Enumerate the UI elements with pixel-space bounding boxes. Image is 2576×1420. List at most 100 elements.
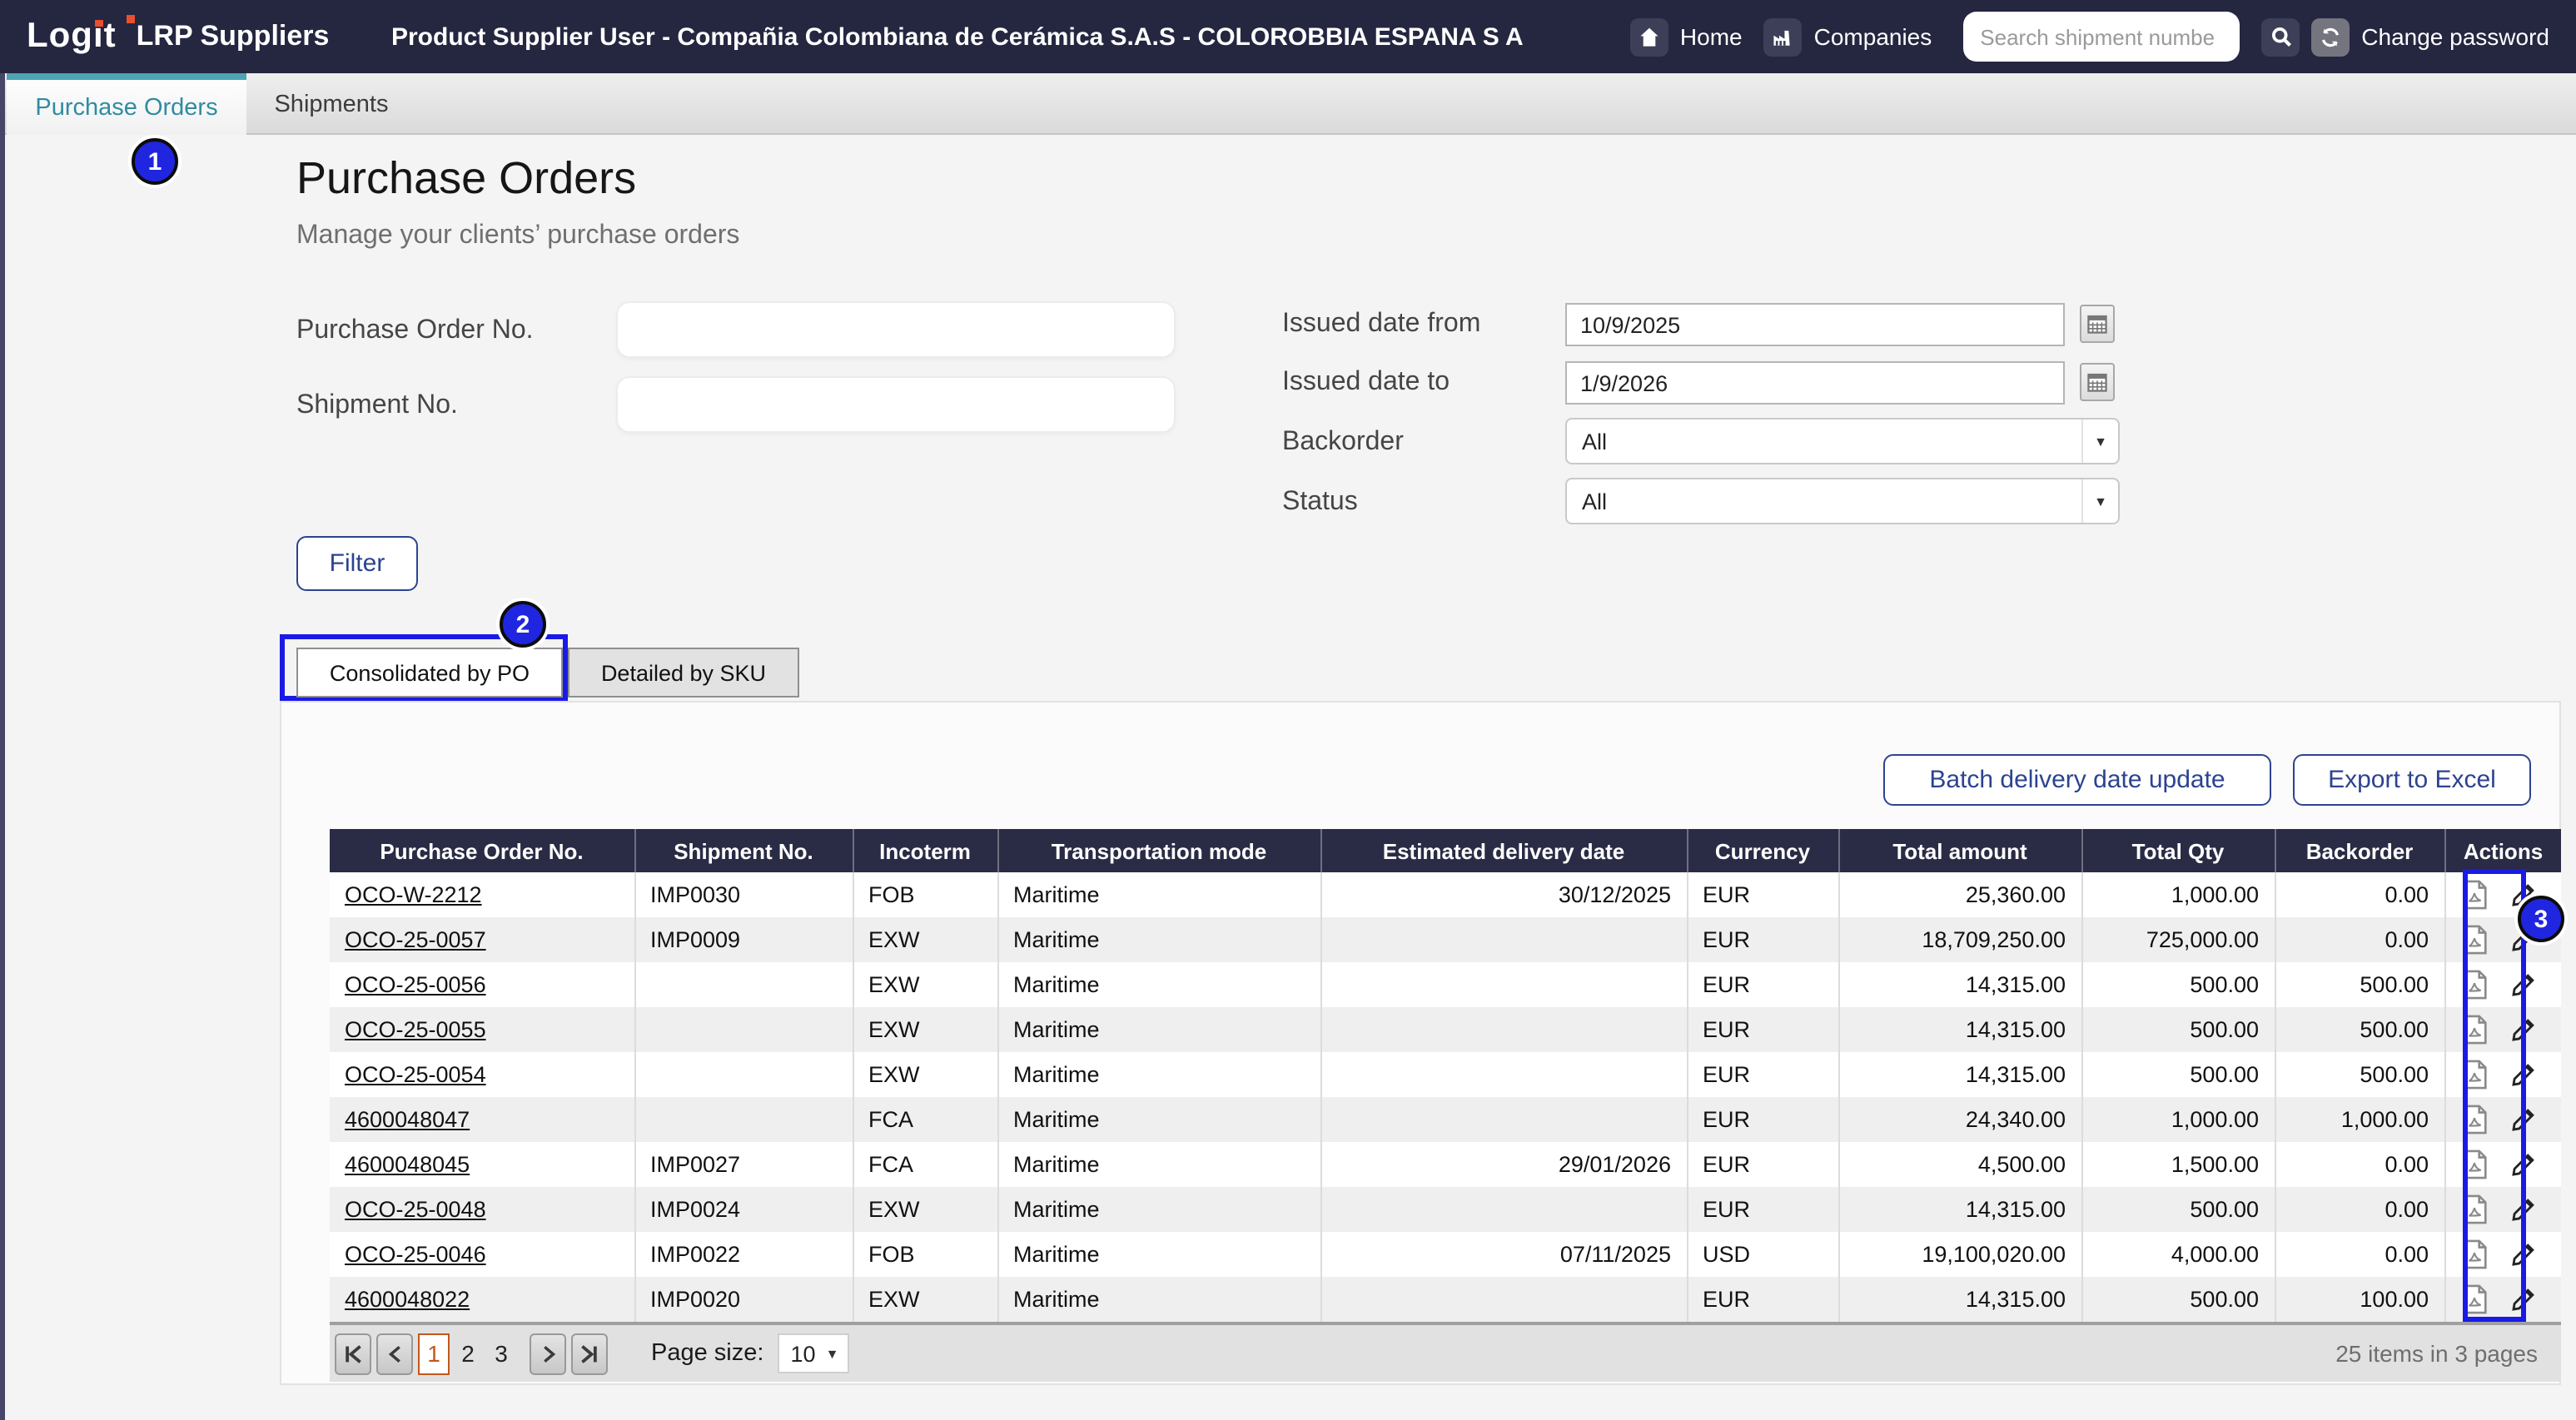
pdf-icon[interactable] bbox=[2460, 1239, 2489, 1270]
pdf-icon[interactable] bbox=[2460, 969, 2489, 1000]
first-page-button[interactable] bbox=[335, 1333, 371, 1374]
po-link[interactable]: OCO-25-0046 bbox=[345, 1242, 486, 1267]
status-select[interactable]: All ▼ bbox=[1565, 478, 2120, 524]
pdf-icon[interactable] bbox=[2460, 1194, 2489, 1225]
cell-shipment: IMP0020 bbox=[634, 1277, 853, 1322]
batch-delivery-date-update-button[interactable]: Batch delivery date update bbox=[1883, 754, 2271, 806]
column-header-actions: Actions bbox=[2444, 829, 2561, 872]
column-header-backorder: Backorder bbox=[2275, 829, 2444, 872]
cell-mode: Maritime bbox=[997, 1007, 1320, 1052]
edit-pencil-icon[interactable] bbox=[2510, 972, 2535, 997]
prev-page-icon bbox=[385, 1343, 404, 1364]
cell-amount: 14,315.00 bbox=[1838, 1007, 2081, 1052]
tab-shipments[interactable]: Shipments bbox=[246, 73, 416, 135]
edit-pencil-icon[interactable] bbox=[2510, 1107, 2535, 1132]
refresh-icon bbox=[2320, 26, 2341, 47]
page-title: Purchase Orders bbox=[296, 153, 636, 205]
cell-currency: EUR bbox=[1687, 962, 1838, 1007]
cell-po: OCO-W-2212 bbox=[330, 872, 634, 917]
logit-logo: Logit bbox=[27, 17, 117, 57]
column-header-amount: Total amount bbox=[1838, 829, 2081, 872]
po-link[interactable]: 4600048045 bbox=[345, 1152, 470, 1177]
po-number-input[interactable] bbox=[616, 301, 1176, 358]
table-row: OCO-W-2212IMP0030FOBMaritime30/12/2025EU… bbox=[330, 872, 2561, 917]
cell-amount: 4,500.00 bbox=[1838, 1142, 2081, 1187]
row-actions bbox=[2460, 1149, 2546, 1180]
pdf-icon[interactable] bbox=[2460, 1104, 2489, 1135]
change-password-button[interactable] bbox=[2311, 17, 2350, 56]
cell-po: OCO-25-0056 bbox=[330, 962, 634, 1007]
chevron-down-icon[interactable]: ▼ bbox=[826, 1346, 848, 1361]
cell-amount: 25,360.00 bbox=[1838, 872, 2081, 917]
cell-shipment: IMP0027 bbox=[634, 1142, 853, 1187]
column-header-qty: Total Qty bbox=[2081, 829, 2275, 872]
cell-shipment bbox=[634, 1007, 853, 1052]
issued-to-input[interactable] bbox=[1565, 361, 2065, 405]
table-header-row: Purchase Order No.Shipment No.IncotermTr… bbox=[330, 829, 2561, 872]
home-button[interactable] bbox=[1630, 17, 1668, 56]
po-link[interactable]: 4600048047 bbox=[345, 1107, 470, 1132]
chevron-down-icon[interactable]: ▼ bbox=[2081, 420, 2118, 463]
cell-actions bbox=[2444, 1232, 2561, 1277]
tab-consolidated-by-po[interactable]: Consolidated by PO bbox=[296, 648, 563, 698]
pdf-icon[interactable] bbox=[2460, 1014, 2489, 1045]
cell-shipment: IMP0009 bbox=[634, 917, 853, 962]
pdf-icon[interactable] bbox=[2460, 1149, 2489, 1180]
page-link-2[interactable]: 2 bbox=[453, 1340, 483, 1367]
edit-pencil-icon[interactable] bbox=[2510, 1197, 2535, 1222]
po-link[interactable]: OCO-25-0057 bbox=[345, 927, 486, 952]
chevron-down-icon[interactable]: ▼ bbox=[2081, 479, 2118, 523]
cell-shipment bbox=[634, 1052, 853, 1097]
table-row: OCO-25-0055EXWMaritimeEUR14,315.00500.00… bbox=[330, 1007, 2561, 1052]
edit-pencil-icon[interactable] bbox=[2510, 1062, 2535, 1087]
po-link[interactable]: OCO-25-0048 bbox=[345, 1197, 486, 1222]
logo-dot-icon bbox=[127, 15, 134, 22]
next-page-button[interactable] bbox=[530, 1333, 566, 1374]
edit-pencil-icon[interactable] bbox=[2510, 1017, 2535, 1042]
cell-actions bbox=[2444, 1007, 2561, 1052]
app-window: Logit LRP Suppliers Product Supplier Use… bbox=[0, 0, 2576, 1420]
edit-pencil-icon[interactable] bbox=[2510, 1287, 2535, 1312]
edit-pencil-icon[interactable] bbox=[2510, 1242, 2535, 1267]
companies-button[interactable] bbox=[1764, 17, 1803, 56]
cell-incoterm: FOB bbox=[853, 1232, 997, 1277]
cell-backorder: 0.00 bbox=[2275, 872, 2444, 917]
shipment-number-input[interactable] bbox=[616, 376, 1176, 433]
page-size-select[interactable]: 10 ▼ bbox=[777, 1333, 848, 1373]
search-input[interactable] bbox=[1963, 12, 2240, 62]
cell-backorder: 100.00 bbox=[2275, 1277, 2444, 1322]
pdf-icon[interactable] bbox=[2460, 1283, 2489, 1315]
pdf-icon[interactable] bbox=[2460, 1059, 2489, 1090]
po-link[interactable]: OCO-25-0054 bbox=[345, 1062, 486, 1087]
issued-from-calendar-button[interactable] bbox=[2080, 305, 2115, 343]
last-page-button[interactable] bbox=[571, 1333, 608, 1374]
pdf-icon[interactable] bbox=[2460, 879, 2489, 911]
cell-po: 4600048047 bbox=[330, 1097, 634, 1142]
filter-button[interactable]: Filter bbox=[296, 536, 418, 591]
cell-po: OCO-25-0057 bbox=[330, 917, 634, 962]
export-to-excel-button[interactable]: Export to Excel bbox=[2293, 754, 2531, 806]
cell-incoterm: FOB bbox=[853, 872, 997, 917]
home-link[interactable]: Home bbox=[1680, 23, 1743, 50]
search-button[interactable] bbox=[2261, 17, 2300, 56]
column-header-currency: Currency bbox=[1687, 829, 1838, 872]
po-link[interactable]: 4600048022 bbox=[345, 1287, 470, 1312]
cell-actions bbox=[2444, 1097, 2561, 1142]
tab-detailed-by-sku[interactable]: Detailed by SKU bbox=[568, 648, 799, 698]
issued-to-calendar-button[interactable] bbox=[2080, 363, 2115, 401]
issued-from-input[interactable] bbox=[1565, 303, 2065, 346]
po-link[interactable]: OCO-25-0055 bbox=[345, 1017, 486, 1042]
cell-eta bbox=[1320, 1277, 1687, 1322]
companies-link[interactable]: Companies bbox=[1814, 23, 1932, 50]
edit-pencil-icon[interactable] bbox=[2510, 1152, 2535, 1177]
row-actions bbox=[2460, 1104, 2546, 1135]
backorder-select[interactable]: All ▼ bbox=[1565, 418, 2120, 464]
po-link[interactable]: OCO-25-0056 bbox=[345, 972, 486, 997]
cell-currency: EUR bbox=[1687, 872, 1838, 917]
page-link-3[interactable]: 3 bbox=[486, 1340, 516, 1367]
po-link[interactable]: OCO-W-2212 bbox=[345, 882, 482, 907]
pdf-icon[interactable] bbox=[2460, 924, 2489, 956]
prev-page-button[interactable] bbox=[376, 1333, 413, 1374]
change-password-link[interactable]: Change password bbox=[2361, 23, 2549, 50]
tab-purchase-orders[interactable]: Purchase Orders bbox=[7, 73, 246, 135]
